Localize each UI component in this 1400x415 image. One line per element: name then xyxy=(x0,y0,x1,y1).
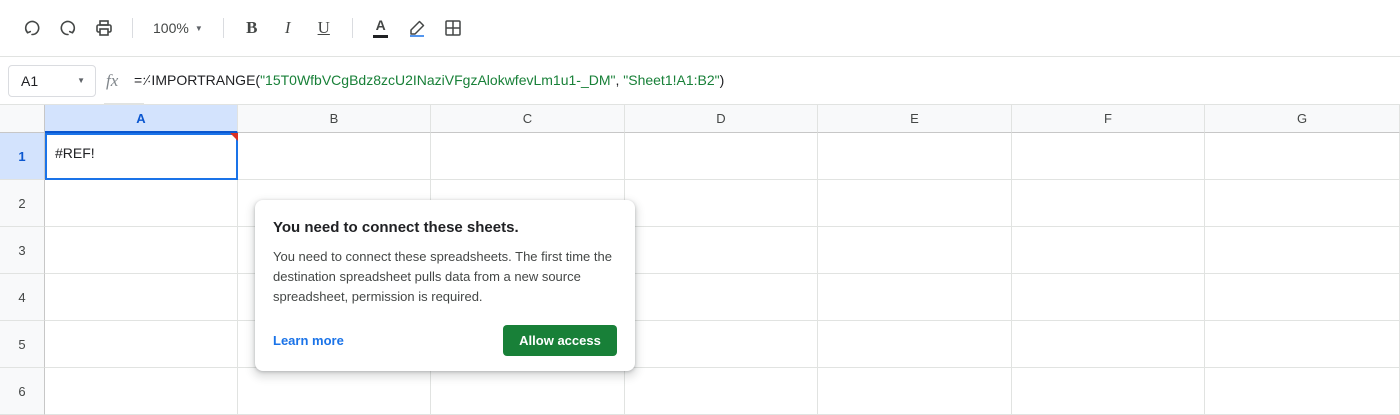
cell-a3[interactable] xyxy=(45,227,238,274)
formula-input[interactable]: =⸓IMPORTRANGE("15T0WfbVCgBdz8zcU2INaziVF… xyxy=(134,71,724,90)
column-header-g[interactable]: G xyxy=(1205,105,1400,133)
select-all-corner[interactable] xyxy=(0,105,45,133)
print-icon[interactable] xyxy=(86,10,122,46)
toolbar: 100% ▼ B I U A xyxy=(0,0,1400,56)
cell-c6[interactable] xyxy=(431,368,625,415)
cell-f2[interactable] xyxy=(1012,180,1205,227)
row-header-1[interactable]: 1 xyxy=(0,133,45,180)
column-header-e[interactable]: E xyxy=(818,105,1012,133)
formula-suffix: ) xyxy=(719,72,725,88)
cell-e6[interactable] xyxy=(818,368,1012,415)
formula-bar: A1 ▼ fx =⸓IMPORTRANGE("15T0WfbVCgBdz8zcU… xyxy=(0,56,1400,105)
column-header-f[interactable]: F xyxy=(1012,105,1205,133)
name-box[interactable]: A1 ▼ xyxy=(8,64,96,97)
cell-value: #REF! xyxy=(55,145,95,161)
toolbar-divider xyxy=(132,18,133,38)
connect-sheets-popup: You need to connect these sheets. You ne… xyxy=(255,200,635,371)
cell-g4[interactable] xyxy=(1205,274,1400,321)
row-header-5[interactable]: 5 xyxy=(0,321,45,368)
chevron-down-icon: ▼ xyxy=(77,76,85,85)
toolbar-divider xyxy=(222,18,224,38)
popup-actions: Learn more Allow access xyxy=(273,325,617,356)
bold-button[interactable]: B xyxy=(234,10,270,46)
toolbar-divider xyxy=(351,18,353,38)
cell-a4[interactable] xyxy=(45,274,238,321)
cell-b6[interactable] xyxy=(238,368,431,415)
text-color-button[interactable]: A xyxy=(363,10,399,46)
cell-e1[interactable] xyxy=(818,133,1012,180)
cell-d2[interactable] xyxy=(625,180,818,227)
row-header-6[interactable]: 6 xyxy=(0,368,45,415)
row-header-4[interactable]: 4 xyxy=(0,274,45,321)
cell-d4[interactable] xyxy=(625,274,818,321)
allow-access-button[interactable]: Allow access xyxy=(503,325,617,356)
cell-c1[interactable] xyxy=(431,133,625,180)
cell-f6[interactable] xyxy=(1012,368,1205,415)
cell-g1[interactable] xyxy=(1205,133,1400,180)
column-header-b[interactable]: B xyxy=(238,105,431,133)
column-header-d[interactable]: D xyxy=(625,105,818,133)
cell-a2[interactable] xyxy=(45,180,238,227)
undo-icon[interactable] xyxy=(14,10,50,46)
cell-d3[interactable] xyxy=(625,227,818,274)
cell-b1[interactable] xyxy=(238,133,431,180)
cell-d6[interactable] xyxy=(625,368,818,415)
cell-e3[interactable] xyxy=(818,227,1012,274)
cell-a6[interactable] xyxy=(45,368,238,415)
formula-prefix: =⸓IMPORTRANGE( xyxy=(134,72,261,88)
cell-g5[interactable] xyxy=(1205,321,1400,368)
column-header-c[interactable]: C xyxy=(431,105,625,133)
italic-button[interactable]: I xyxy=(270,10,306,46)
zoom-value: 100% xyxy=(153,20,189,36)
cell-g6[interactable] xyxy=(1205,368,1400,415)
popup-body: You need to connect these spreadsheets. … xyxy=(273,249,612,304)
column-header-a[interactable]: A xyxy=(45,105,238,133)
cell-g3[interactable] xyxy=(1205,227,1400,274)
chevron-down-icon: ▼ xyxy=(194,23,203,33)
cell-d5[interactable] xyxy=(625,321,818,368)
cell-f4[interactable] xyxy=(1012,274,1205,321)
error-indicator-icon xyxy=(230,133,238,141)
zoom-select[interactable]: 100% ▼ xyxy=(143,10,213,46)
row-header-2[interactable]: 2 xyxy=(0,180,45,227)
cell-d1[interactable] xyxy=(625,133,818,180)
formula-arg-spreadsheet: "15T0WfbVCgBdz8zcU2INaziVFgzAlokwfevLm1u… xyxy=(260,72,616,88)
text-color-label: A xyxy=(375,17,386,33)
row-header-3[interactable]: 3 xyxy=(0,227,45,274)
cell-reference: A1 xyxy=(21,72,39,89)
cell-f3[interactable] xyxy=(1012,227,1205,274)
active-cell-a1[interactable]: #REF! xyxy=(45,133,238,180)
formula-arg-range: "Sheet1!A1:B2" xyxy=(623,72,720,88)
cell-e5[interactable] xyxy=(818,321,1012,368)
text-color-swatch xyxy=(373,35,389,38)
spreadsheet-grid: A B C D E F G 1 2 3 4 5 6 #REF! xyxy=(0,105,1400,415)
cell-f5[interactable] xyxy=(1012,321,1205,368)
cell-e2[interactable] xyxy=(818,180,1012,227)
cell-a5[interactable] xyxy=(45,321,238,368)
learn-more-link[interactable]: Learn more xyxy=(273,333,344,348)
fx-icon: fx xyxy=(106,70,119,90)
cell-g2[interactable] xyxy=(1205,180,1400,227)
underline-button[interactable]: U xyxy=(306,10,342,46)
highlight-pen-icon[interactable] xyxy=(399,10,435,46)
borders-icon[interactable] xyxy=(435,10,471,46)
popup-title: You need to connect these sheets. xyxy=(273,219,519,236)
cell-e4[interactable] xyxy=(818,274,1012,321)
cell-f1[interactable] xyxy=(1012,133,1205,180)
redo-icon[interactable] xyxy=(50,10,86,46)
